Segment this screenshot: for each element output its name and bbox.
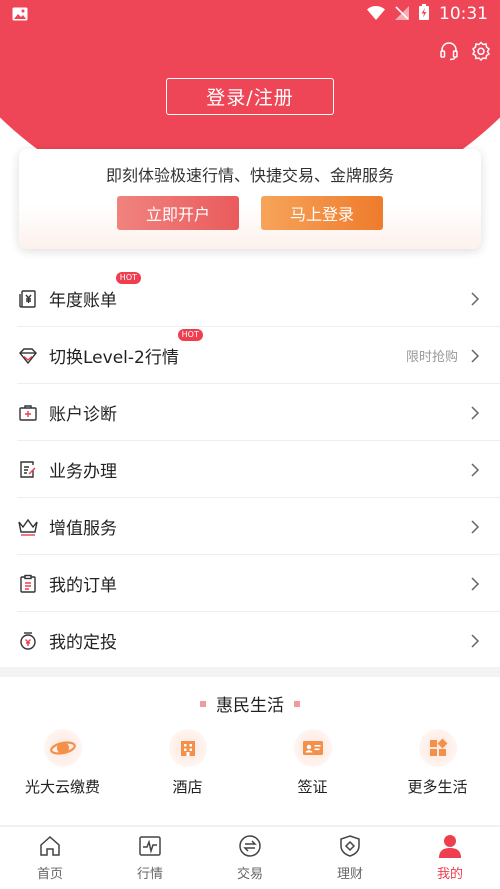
life-item-hotel[interactable]: 酒店 [125,729,250,797]
header-actions [438,40,492,62]
chevron-right-icon [470,405,480,420]
hot-badge: HOT [115,272,141,284]
menu-item-value-added[interactable]: 增值服务 [0,498,500,555]
chevron-right-icon [470,348,480,363]
decor-square [200,700,206,707]
status-time: 10:31 [439,4,488,24]
menu-item-level2[interactable]: 切换Level-2行情 HOT 限时抢购 [0,327,500,384]
menu-item-fixed-investment[interactable]: 我的定投 [0,612,500,669]
section-divider [0,667,500,677]
hot-badge: HOT [177,329,203,341]
tab-home[interactable]: 首页 [0,827,100,889]
crown-icon [17,516,39,538]
tab-market[interactable]: 行情 [100,827,200,889]
chevron-right-icon [470,519,480,534]
menu-label: 我的订单 [49,576,117,596]
person-icon [437,833,463,859]
chevron-right-icon [470,633,480,648]
tab-trade[interactable]: 交易 [200,827,300,889]
decor-square [294,700,300,707]
bottom-tab-bar: 首页 行情 交易 理财 我的 [0,827,500,889]
diamond-icon [17,345,39,367]
chevron-right-icon [470,291,480,306]
menu-label: 账户诊断 [49,405,117,425]
planet-icon [43,729,82,767]
medical-kit-icon [17,402,39,424]
promo-glow [19,204,481,249]
home-icon [37,833,63,859]
tab-wealth[interactable]: 理财 [300,827,400,889]
menu-label: 切换Level-2行情 HOT [49,329,203,368]
gear-icon[interactable] [470,40,492,62]
menu-item-my-orders[interactable]: 我的订单 [0,555,500,612]
promo-card: 即刻体验极速行情、快捷交易、金牌服务 立即开户 马上登录 [19,149,481,249]
bill-icon [17,288,39,310]
id-card-icon [293,729,332,767]
fixed-investment-icon [17,630,39,652]
life-services-section: 惠民生活 光大云缴费 酒店 签证 更多生活 [0,677,500,825]
battery-charging-icon [419,4,429,24]
life-grid: 光大云缴费 酒店 签证 更多生活 [0,729,500,797]
profile-screen: 10:31 登录/注册 即刻体验极速行情、快捷交易、金牌服务 立即开户 马上登录… [0,0,500,889]
life-item-payment[interactable]: 光大云缴费 [0,729,125,797]
menu-list: 年度账单HOT 切换Level-2行情HOT 限时抢购 账户诊断 业务办理 [0,270,500,669]
menu-label: 年度账单 HOT [49,272,141,311]
no-signal-icon [395,5,409,24]
promo-text: 即刻体验极速行情、快捷交易、金牌服务 [105,166,394,185]
login-now-button[interactable]: 马上登录 [261,196,383,230]
menu-label: 业务办理 [49,462,117,482]
shield-icon [337,833,363,859]
section-title: 惠民生活 [0,691,500,716]
open-account-button[interactable]: 立即开户 [117,196,239,230]
clipboard-icon [17,573,39,595]
chart-icon [137,833,163,859]
life-item-more[interactable]: 更多生活 [375,729,500,797]
menu-label: 我的定投 [49,633,117,653]
life-item-visa[interactable]: 签证 [250,729,375,797]
status-bar: 10:31 [0,0,500,28]
document-edit-icon [17,459,39,481]
headset-icon[interactable] [438,40,460,62]
hotel-icon [168,729,207,767]
tab-mine[interactable]: 我的 [400,827,500,889]
menu-item-account-diagnosis[interactable]: 账户诊断 [0,384,500,441]
limited-offer-text: 限时抢购 [405,350,458,365]
chevron-right-icon [470,576,480,591]
wifi-icon [367,5,385,24]
menu-item-business[interactable]: 业务办理 [0,441,500,498]
menu-label: 增值服务 [49,519,117,539]
chevron-right-icon [470,462,480,477]
gallery-notification-icon [12,6,28,21]
apps-icon [418,729,457,767]
login-register-button[interactable]: 登录/注册 [166,78,334,115]
exchange-icon [237,833,263,859]
menu-item-annual-bill[interactable]: 年度账单 HOT [0,270,500,327]
